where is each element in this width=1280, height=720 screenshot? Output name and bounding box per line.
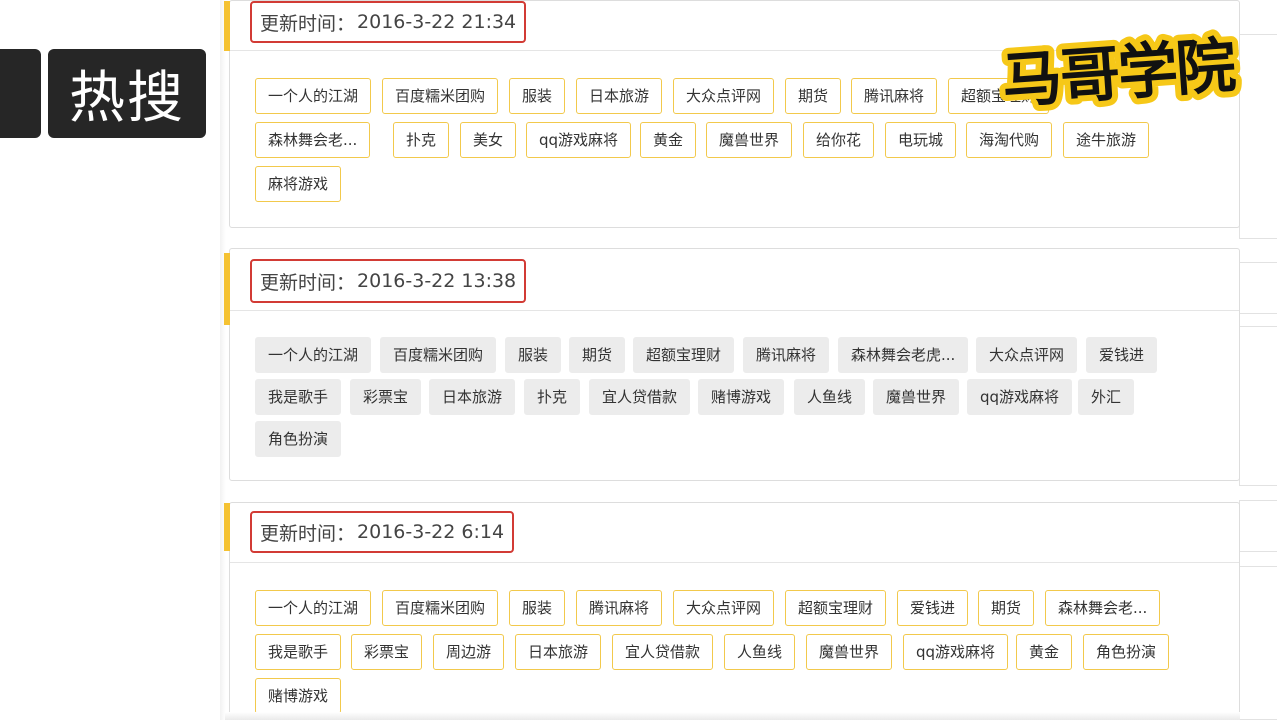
hot-tag[interactable]: 魔兽世界: [806, 634, 893, 670]
hot-tag[interactable]: 大众点评网: [976, 337, 1078, 373]
page-left-shadow: [220, 0, 226, 720]
hot-tag[interactable]: 森林舞会老虎...: [838, 337, 969, 373]
update-time-box: 更新时间： 2016-3-22 6:14: [250, 511, 515, 553]
hot-tag[interactable]: 魔兽世界: [706, 122, 793, 158]
hot-tag[interactable]: 彩票宝: [351, 634, 423, 670]
hot-tag[interactable]: 百度糯米团购: [382, 590, 499, 626]
update-time-box: 更新时间： 2016-3-22 21:34: [250, 1, 527, 43]
hot-tag[interactable]: 大众点评网: [673, 78, 775, 114]
hot-tag[interactable]: 我是歌手: [255, 379, 342, 415]
hot-tag[interactable]: 一个人的江湖: [255, 337, 372, 373]
hot-tag[interactable]: 魔兽世界: [873, 379, 960, 415]
hot-tag[interactable]: 角色扮演: [1083, 634, 1170, 670]
hot-tag[interactable]: 海淘代购: [966, 122, 1053, 158]
hot-tag[interactable]: 一个人的江湖: [255, 590, 372, 626]
background-panel-edge: [1239, 326, 1277, 486]
hot-tag[interactable]: 黄金: [640, 122, 697, 158]
hot-tag[interactable]: 赌博游戏: [698, 379, 785, 415]
hot-tag[interactable]: 日本旅游: [429, 379, 516, 415]
hot-tag[interactable]: 赌博游戏: [255, 678, 342, 714]
hot-tag[interactable]: 周边游: [433, 634, 505, 670]
hot-tag[interactable]: 日本旅游: [515, 634, 602, 670]
hot-tag[interactable]: 电玩城: [885, 122, 957, 158]
hot-tag[interactable]: 大众点评网: [673, 590, 775, 626]
hot-tag[interactable]: 服装: [509, 590, 566, 626]
hot-tag[interactable]: 角色扮演: [255, 421, 342, 457]
hot-tag[interactable]: 百度糯米团购: [380, 337, 497, 373]
hot-tag[interactable]: 彩票宝: [350, 379, 422, 415]
hot-tag[interactable]: 期货: [978, 590, 1035, 626]
hot-tag[interactable]: 麻将游戏: [255, 166, 342, 202]
panel-header: 更新时间： 2016-3-22 6:14: [224, 503, 1239, 563]
background-panel-edge: [1239, 262, 1277, 314]
slide-title: 热搜: [48, 49, 206, 138]
update-time-label: 更新时间：: [260, 271, 356, 294]
panel-accent-bar: [224, 1, 230, 51]
hot-tag[interactable]: 爱钱进: [897, 590, 969, 626]
hot-tag[interactable]: 宜人贷借款: [612, 634, 714, 670]
hot-tag[interactable]: 黄金: [1016, 634, 1073, 670]
hot-tag[interactable]: 美女: [460, 122, 517, 158]
hot-tag[interactable]: 腾讯麻将: [743, 337, 830, 373]
hot-tag[interactable]: 腾讯麻将: [851, 78, 938, 114]
hot-tag[interactable]: 森林舞会老...: [255, 122, 371, 158]
hot-tag[interactable]: 我是歌手: [255, 634, 342, 670]
hot-tag[interactable]: 服装: [509, 78, 566, 114]
update-time-value: 2016-3-22 13:38: [357, 270, 517, 292]
hot-tag[interactable]: qq游戏麻将: [967, 379, 1073, 415]
panel-header: 更新时间： 2016-3-22 13:38: [224, 249, 1239, 325]
hot-tag[interactable]: 人鱼线: [794, 379, 866, 415]
hot-tag[interactable]: 森林舞会老...: [1045, 590, 1161, 626]
hot-tag[interactable]: 宜人贷借款: [589, 379, 691, 415]
hot-tag[interactable]: qq游戏麻将: [903, 634, 1009, 670]
hot-tag[interactable]: 给你花: [803, 122, 875, 158]
hot-tag[interactable]: 外汇: [1078, 379, 1135, 415]
hot-tag[interactable]: 扑克: [524, 379, 581, 415]
panel-accent-bar: [224, 253, 230, 325]
background-panel-edge: [1239, 566, 1277, 720]
update-time-label: 更新时间：: [260, 522, 356, 545]
page-bottom-shadow: [225, 712, 1240, 720]
hot-tag[interactable]: 一个人的江湖: [255, 78, 372, 114]
hot-tag[interactable]: 期货: [569, 337, 626, 373]
logo-text: 马哥学院: [1000, 31, 1237, 117]
hot-tag[interactable]: 百度糯米团购: [382, 78, 499, 114]
update-time-value: 2016-3-22 21:34: [357, 11, 517, 33]
hot-tag[interactable]: 扑克: [393, 122, 450, 158]
update-time-label: 更新时间：: [260, 12, 356, 35]
hot-tag[interactable]: 超额宝理财: [633, 337, 735, 373]
hot-tag[interactable]: 爱钱进: [1086, 337, 1158, 373]
hot-tag[interactable]: 超额宝理财: [785, 590, 887, 626]
hot-tag[interactable]: 腾讯麻将: [576, 590, 663, 626]
background-panel-edge: [1239, 500, 1277, 552]
slide-title-marker: [0, 49, 41, 138]
hot-search-panel: 更新时间： 2016-3-22 6:14 一个人的江湖 百度糯米团购 服装 腾讯…: [224, 502, 1240, 720]
hot-tag[interactable]: 途牛旅游: [1063, 122, 1150, 158]
hot-tag[interactable]: qq游戏麻将: [526, 122, 632, 158]
hot-tag[interactable]: 服装: [505, 337, 562, 373]
hot-tag[interactable]: 期货: [785, 78, 842, 114]
update-time-box: 更新时间： 2016-3-22 13:38: [250, 259, 527, 303]
hot-tag[interactable]: 人鱼线: [724, 634, 796, 670]
panel-accent-bar: [224, 503, 230, 551]
update-time-value: 2016-3-22 6:14: [357, 521, 505, 543]
hot-tag[interactable]: 日本旅游: [576, 78, 663, 114]
hot-search-panel: 更新时间： 2016-3-22 13:38 一个人的江湖 百度糯米团购 服装 期…: [224, 248, 1240, 481]
mage-academy-logo: 马哥学院: [994, 28, 1243, 118]
